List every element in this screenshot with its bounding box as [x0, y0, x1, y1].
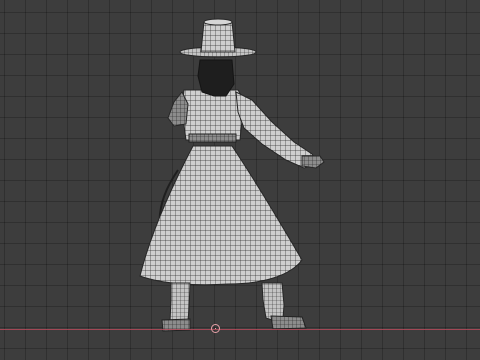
right-leg	[261, 282, 285, 322]
3d-viewport[interactable]	[0, 0, 480, 360]
x-axis-line	[0, 329, 480, 330]
coat-skirt	[139, 145, 303, 286]
character-mesh[interactable]	[0, 0, 480, 360]
left-leg	[169, 282, 191, 323]
hair	[197, 59, 235, 97]
belt	[188, 133, 237, 143]
3d-cursor-icon[interactable]	[211, 324, 220, 333]
hat-crown	[200, 21, 236, 53]
left-arm	[167, 91, 189, 127]
hat-top	[203, 18, 233, 26]
torso	[181, 89, 245, 141]
right-boot	[270, 315, 307, 330]
right-hand	[301, 155, 325, 169]
